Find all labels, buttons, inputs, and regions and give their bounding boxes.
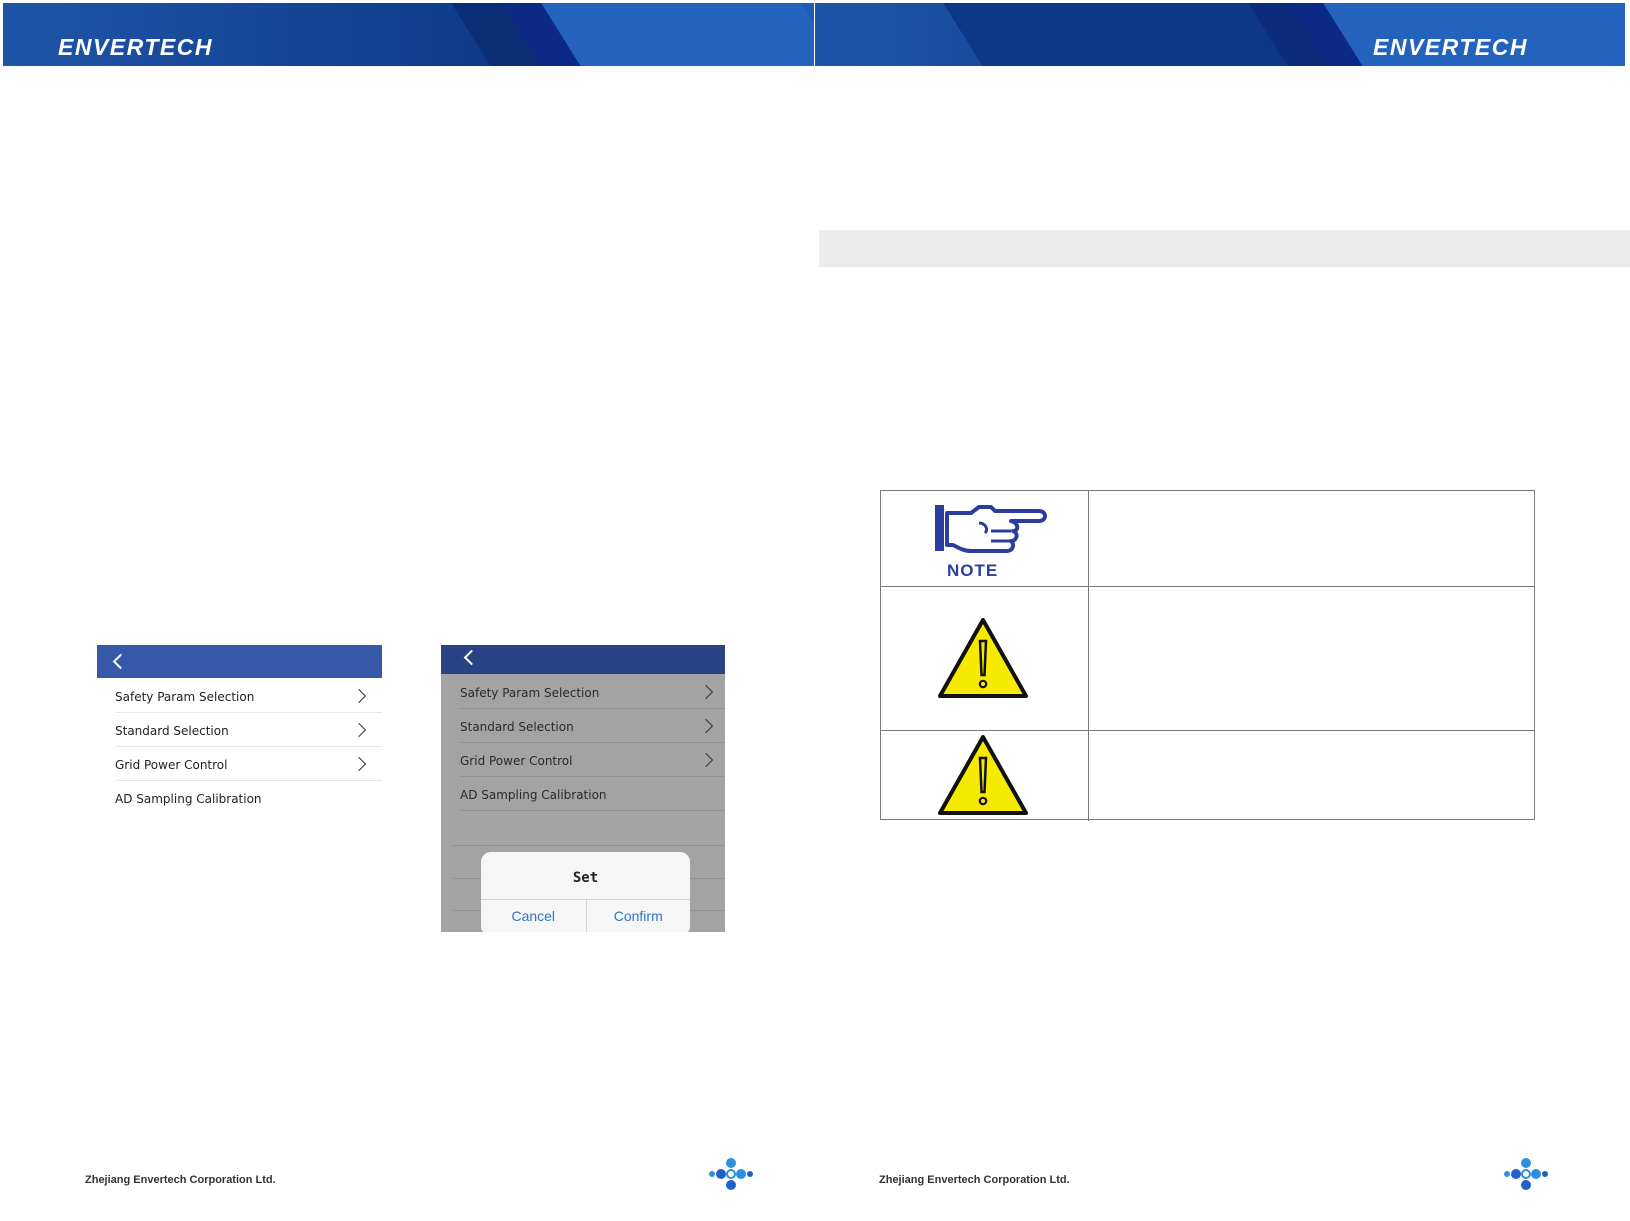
menu-item[interactable]: AD Sampling Calibration [115,781,382,815]
company-logo-icon [709,1158,753,1190]
menu-item-label: Grid Power Control [460,754,573,768]
menu-item-label: AD Sampling Calibration [115,792,262,806]
app-screen-normal: Safety Param Selection Standard Selection… [97,645,382,845]
menu-item[interactable]: AD Sampling Calibration [460,777,725,811]
notice-text-cell [1089,731,1534,821]
app-header-bar [97,645,382,678]
notice-row-note: NOTE [881,491,1534,587]
footer-company-name: Zhejiang Envertech Corporation Ltd. [85,1174,276,1186]
notice-icon-cell [881,731,1089,821]
brand-logo-text: ENVERTECH [58,34,213,60]
menu-item[interactable]: Standard Selection [460,709,725,743]
notice-table: NOTE [880,490,1535,821]
set-dialog: Set Cancel Confirm [481,852,690,932]
menu-item-label: Safety Param Selection [460,686,600,700]
notice-text-cell [1089,491,1534,586]
menu-item[interactable]: Standard Selection [115,713,382,747]
dialog-title: Set [572,870,599,886]
warning-triangle-icon [938,618,1028,698]
menu-item-label: Safety Param Selection [115,690,255,704]
list-divider [453,845,725,846]
chevron-right-icon [698,718,714,734]
cancel-button[interactable]: Cancel [481,899,586,932]
company-logo-icon [1504,1158,1548,1190]
notice-row-warning [881,587,1534,731]
notice-text-cell [1089,587,1534,730]
chevron-right-icon [351,688,367,704]
brand-logo-text: ENVERTECH [1373,34,1528,60]
app-screen-dialog: Safety Param Selection Standard Selection… [441,645,725,932]
chevron-right-icon [698,684,714,700]
header-banner: ENVERTECH [815,3,1625,66]
header-banner: ENVERTECH [3,3,814,66]
pointing-hand-icon [935,505,1047,553]
confirm-button[interactable]: Confirm [585,899,690,932]
list-divider [460,810,725,811]
menu-item[interactable]: Safety Param Selection [115,679,382,713]
menu-item-label: Standard Selection [115,724,229,738]
back-arrow-icon[interactable] [463,649,480,666]
menu-item-label: Grid Power Control [115,758,228,772]
page-left: ENVERTECH Safety Param Selection Standard… [0,0,815,1221]
section-heading-bar [819,230,1630,267]
app-header-bar-dimmed [441,645,725,674]
chevron-right-icon [351,756,367,772]
chevron-right-icon [698,752,714,768]
footer-company-name: Zhejiang Envertech Corporation Ltd. [879,1174,1070,1186]
chevron-right-icon [351,722,367,738]
menu-item-label: Standard Selection [460,720,574,734]
warning-triangle-icon [938,735,1028,815]
menu-item[interactable]: Grid Power Control [460,743,725,777]
notice-icon-cell: NOTE [881,491,1089,586]
back-arrow-icon[interactable] [112,653,129,670]
notice-icon-cell [881,587,1089,730]
note-label: NOTE [947,561,999,580]
menu-item-label: AD Sampling Calibration [460,788,607,802]
notice-row-caution [881,731,1534,821]
menu-item[interactable]: Grid Power Control [115,747,382,781]
menu-item[interactable]: Safety Param Selection [460,675,725,709]
